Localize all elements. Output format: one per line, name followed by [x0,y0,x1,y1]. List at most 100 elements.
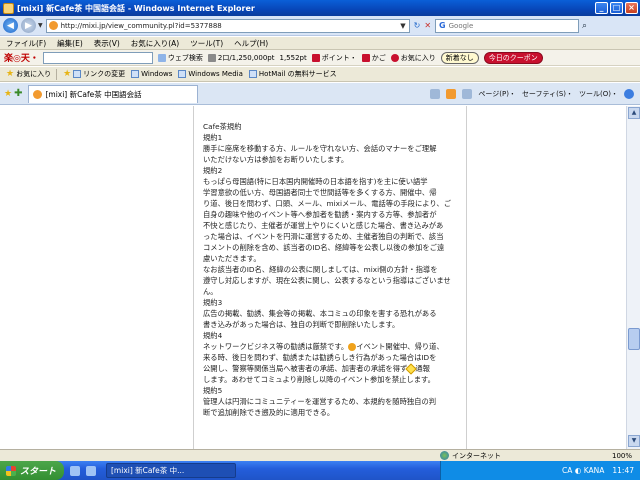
cart-button[interactable]: かご [361,53,386,63]
address-bar[interactable]: http://mixi.jp/view_community.pl?id=5377… [45,18,410,33]
article-line: Cafe茶規約 [203,122,242,131]
article-line: 断で追加削除でき遡及的に適用できる。 [203,408,335,417]
address-url[interactable]: http://mixi.jp/view_community.pl?id=5377… [61,22,401,30]
article-line: 来る時、後日を問わず、勧誘または勧誘らしき行為があった場合はIDを [203,353,437,362]
article-line: 管理人は円滑にコミュニティーを運営するため、本規約を随時独自の判 [203,397,437,406]
rakuten-logo[interactable]: 楽◎天・ [4,51,39,64]
coupon-button[interactable]: 今日のクーポン [483,51,543,64]
fav-link-label: HotMail の無料サービス [258,70,337,78]
article-text: 公開し、警察等関係当局へ被害者の承諾、加害者の承諾を得ず [203,364,408,373]
menu-help[interactable]: ヘルプ(H) [234,38,268,49]
fav-link-customize[interactable]: ★ リンクの変更 [63,69,125,79]
scroll-down-icon[interactable]: ▼ [628,435,640,447]
page-icon [73,70,82,78]
site-favicon-icon [33,89,43,99]
maximize-button[interactable]: □ [610,2,623,14]
article-line: なお該当者のID名、経緯の公表に関しましては、mixi側の方針・指導を [203,265,438,274]
zoom-level[interactable]: 100% [612,452,632,460]
article-line: 規約4 [203,331,223,340]
menu-file[interactable]: ファイル(F) [6,38,46,49]
search-icon [157,53,166,62]
cart-label: かご [371,53,386,62]
fav-link-label: リンクの変更 [83,70,126,78]
stop-icon[interactable]: ✕ [424,21,431,30]
page-icon [248,70,257,78]
point-button[interactable]: ポイント・ [311,53,357,63]
left-column-divider [193,106,194,449]
windows-taskbar: スタート [mixi] 新Cafe茶 中... CA ◐ KANA 11:47 [0,461,640,480]
menu-view[interactable]: 表示(V) [94,38,120,49]
favorites-label: お気に入り [16,70,52,78]
pt-counter[interactable]: 1,552pt [280,54,307,62]
menu-edit[interactable]: 編集(E) [57,38,83,49]
article-line: ネットワークビジネス等の勧誘は厳禁です。 イベント開催中、帰り道、 [203,341,461,352]
search-box[interactable]: G [435,18,580,33]
menu-tools[interactable]: ツール(T) [190,38,223,49]
favorites-button[interactable]: ★ お気に入り [6,69,51,79]
point-p-icon [311,53,320,62]
fav-link-windows-media[interactable]: Windows Media [178,70,243,78]
refresh-icon[interactable]: ↻ [414,21,421,30]
ime-indicator[interactable]: CA ◐ KANA [562,466,604,475]
new-items-badge[interactable]: 新着なし [440,51,479,64]
history-dropdown-icon[interactable]: ▼ [38,22,43,29]
article-line: 規約1 [203,133,223,142]
site-favicon-icon [48,21,58,30]
web-search-button[interactable]: ウェブ検索 [157,53,203,63]
quick-launch-ie-icon[interactable] [70,465,80,476]
web-search-label: ウェブ検索 [167,53,203,62]
page-menu[interactable]: ページ(P)・ [478,89,516,99]
points-icon [207,53,216,62]
tab-mixi[interactable]: [mixi] 新Cafe茶 中国語会話 [28,84,199,103]
article-line: 不快と感じたり、主催者が運営上やりにくいと感じた場合、書き込みがあ [203,221,444,230]
add-favorites-icon[interactable]: ✚ [14,88,22,99]
points-counter[interactable]: 2口/1,250,000pt [207,53,275,63]
tools-menu[interactable]: ツール(O)・ [579,89,618,99]
community-rules-text: Cafe茶規約 規約1 勝手に座席を移動する方、ルールを守れない方、会話のマナー… [203,121,461,418]
scroll-up-icon[interactable]: ▲ [628,107,640,119]
rakuten-favorites-button[interactable]: お気に入り [390,53,436,63]
quick-launch-desktop-icon[interactable] [86,465,96,476]
page-content: Cafe茶規約 規約1 勝手に座席を移動する方、ルールを守れない方、会話のマナー… [0,106,640,449]
scroll-thumb[interactable] [628,328,640,350]
address-dropdown-icon[interactable]: ▼ [400,22,405,30]
google-icon: G [439,21,446,30]
article-line: 規約5 [203,386,223,395]
minimize-button[interactable]: _ [595,2,608,14]
back-button[interactable]: ◀ [3,18,18,33]
fav-link-windows[interactable]: Windows [131,70,172,78]
article-line: します。あわせてコミュより削除し以降のイベント参加を禁止します。 [203,375,435,384]
search-magnifier-icon[interactable]: ⌕ [582,21,587,31]
article-line: 勝手に座席を移動する方、ルールを守れない方、会話のマナーをご理解 [203,144,437,153]
article-text: イベント開催中、帰り道、 [356,342,444,351]
menu-bar: ファイル(F) 編集(E) 表示(V) お気に入り(A) ツール(T) ヘルプ(… [0,37,640,50]
article-line: 規約3 [203,298,223,307]
cart-icon [361,53,370,62]
search-input[interactable] [448,21,569,30]
article-text: ネットワークビジネス等の勧誘は厳禁です。 [203,342,349,351]
favorites-center-icon[interactable]: ★ [4,89,12,99]
forward-button[interactable]: ▶ [21,18,36,33]
star-icon: ★ [6,69,15,79]
fav-link-label: Windows [141,70,173,78]
article-line: 慮いただきます。 [203,254,261,263]
rakuten-search-input[interactable] [42,51,153,64]
close-button[interactable]: × [625,2,638,14]
safety-menu[interactable]: セーフティ(S)・ [522,89,573,99]
help-icon[interactable] [624,88,634,99]
start-button[interactable]: スタート [0,461,64,480]
home-icon[interactable] [430,88,441,99]
fav-link-hotmail[interactable]: HotMail の無料サービス [248,69,337,79]
print-icon[interactable] [462,88,473,99]
clock: 11:47 [612,466,634,475]
article-line: 広告の掲載、勧誘、集会等の掲載、本コミュの印象を害する恐れがある [203,309,437,318]
taskbar-ie-window[interactable]: [mixi] 新Cafe茶 中... [106,463,236,478]
favorites-bar: ★ お気に入り ★ リンクの変更 Windows Windows Media Hot… [0,67,640,82]
right-column-divider [466,106,467,449]
security-zone[interactable]: インターネット [440,451,501,461]
vertical-scrollbar[interactable]: ▲ ▼ [626,106,640,449]
point-label: ポイント・ [321,53,357,62]
points-label: 2口/1,250,000pt [217,53,275,62]
menu-favorites[interactable]: お気に入り(A) [131,38,179,49]
feeds-icon[interactable] [446,88,457,99]
